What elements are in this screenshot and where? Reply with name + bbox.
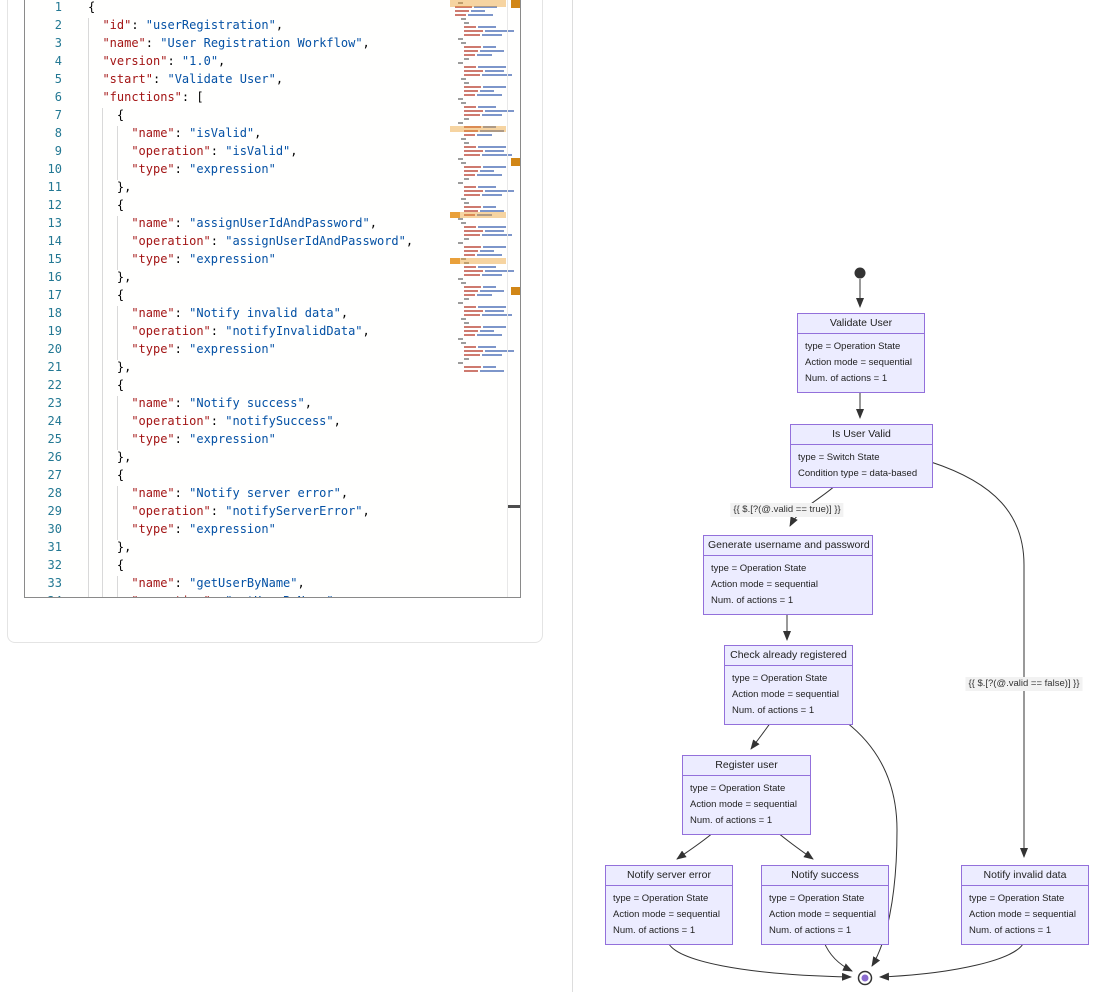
state-node-attribute: Action mode = sequential bbox=[711, 577, 865, 593]
state-node-body: type = Operation StateAction mode = sequ… bbox=[798, 334, 924, 392]
state-node-check-already-registered: Check already registeredtype = Operation… bbox=[724, 645, 853, 725]
state-node-attribute: type = Operation State bbox=[613, 891, 725, 907]
state-node-attribute: Num. of actions = 1 bbox=[969, 923, 1081, 939]
state-node-attribute: type = Switch State bbox=[798, 450, 925, 466]
state-node-title: Register user bbox=[683, 756, 810, 776]
state-node-title: Notify success bbox=[762, 866, 888, 886]
edge-notify-invalid-data-to-end bbox=[880, 942, 1024, 977]
state-node-attribute: Condition type = data-based bbox=[798, 466, 925, 482]
state-node-title: Generate username and password bbox=[704, 536, 872, 556]
state-node-validate-user: Validate Usertype = Operation StateActio… bbox=[797, 313, 925, 393]
state-node-notify-success: Notify successtype = Operation StateActi… bbox=[761, 865, 889, 945]
edge-is-user-valid-to-notify-invalid-data bbox=[931, 462, 1024, 857]
state-node-attribute: Action mode = sequential bbox=[690, 797, 803, 813]
state-node-is-user-valid: Is User Validtype = Switch StateConditio… bbox=[790, 424, 933, 488]
state-node-attribute: type = Operation State bbox=[769, 891, 881, 907]
state-node-body: type = Operation StateAction mode = sequ… bbox=[683, 776, 810, 834]
state-node-attribute: type = Operation State bbox=[711, 561, 865, 577]
state-node-body: type = Switch StateCondition type = data… bbox=[791, 445, 932, 487]
state-node-title: Check already registered bbox=[725, 646, 852, 666]
state-node-title: Is User Valid bbox=[791, 425, 932, 445]
state-node-attribute: Num. of actions = 1 bbox=[769, 923, 881, 939]
edge-condition-label: {{ $.[?(@.valid == false)] }} bbox=[965, 677, 1082, 691]
state-node-attribute: type = Operation State bbox=[732, 671, 845, 687]
state-node-generate-username-and-password: Generate username and passwordtype = Ope… bbox=[703, 535, 873, 615]
edge-register-user-to-notify-success bbox=[777, 832, 813, 859]
state-node-attribute: Action mode = sequential bbox=[805, 355, 917, 371]
state-node-attribute: Action mode = sequential bbox=[613, 907, 725, 923]
edge-check-already-registered-to-register-user bbox=[751, 722, 771, 749]
state-node-attribute: Num. of actions = 1 bbox=[711, 593, 865, 609]
state-node-body: type = Operation StateAction mode = sequ… bbox=[725, 666, 852, 724]
state-node-attribute: Action mode = sequential bbox=[732, 687, 845, 703]
state-node-attribute: Num. of actions = 1 bbox=[805, 371, 917, 387]
state-node-attribute: Num. of actions = 1 bbox=[613, 923, 725, 939]
end-state-node-dot bbox=[862, 975, 869, 982]
state-node-body: type = Operation StateAction mode = sequ… bbox=[962, 886, 1088, 944]
state-node-attribute: Action mode = sequential bbox=[969, 907, 1081, 923]
state-node-register-user: Register usertype = Operation StateActio… bbox=[682, 755, 811, 835]
state-node-title: Notify server error bbox=[606, 866, 732, 886]
state-node-body: type = Operation StateAction mode = sequ… bbox=[606, 886, 732, 944]
state-node-attribute: type = Operation State bbox=[690, 781, 803, 797]
state-node-notify-invalid-data: Notify invalid datatype = Operation Stat… bbox=[961, 865, 1089, 945]
state-node-attribute: type = Operation State bbox=[805, 339, 917, 355]
state-node-title: Validate User bbox=[798, 314, 924, 334]
state-node-attribute: type = Operation State bbox=[969, 891, 1081, 907]
workflow-edges bbox=[0, 0, 1115, 992]
state-node-body: type = Operation StateAction mode = sequ… bbox=[762, 886, 888, 944]
state-node-attribute: Action mode = sequential bbox=[769, 907, 881, 923]
state-node-title: Notify invalid data bbox=[962, 866, 1088, 886]
start-state-node bbox=[855, 268, 866, 279]
state-node-attribute: Num. of actions = 1 bbox=[732, 703, 845, 719]
edge-register-user-to-notify-server-error bbox=[677, 832, 714, 859]
state-node-attribute: Num. of actions = 1 bbox=[690, 813, 803, 829]
state-node-notify-server-error: Notify server errortype = Operation Stat… bbox=[605, 865, 733, 945]
state-node-body: type = Operation StateAction mode = sequ… bbox=[704, 556, 872, 614]
workflow-diagram-panel: Validate Usertype = Operation StateActio… bbox=[0, 0, 1115, 992]
edge-notify-server-error-to-end bbox=[668, 942, 851, 977]
edge-notify-success-to-end bbox=[824, 942, 852, 971]
edge-condition-label: {{ $.[?(@.valid == true)] }} bbox=[730, 503, 843, 517]
